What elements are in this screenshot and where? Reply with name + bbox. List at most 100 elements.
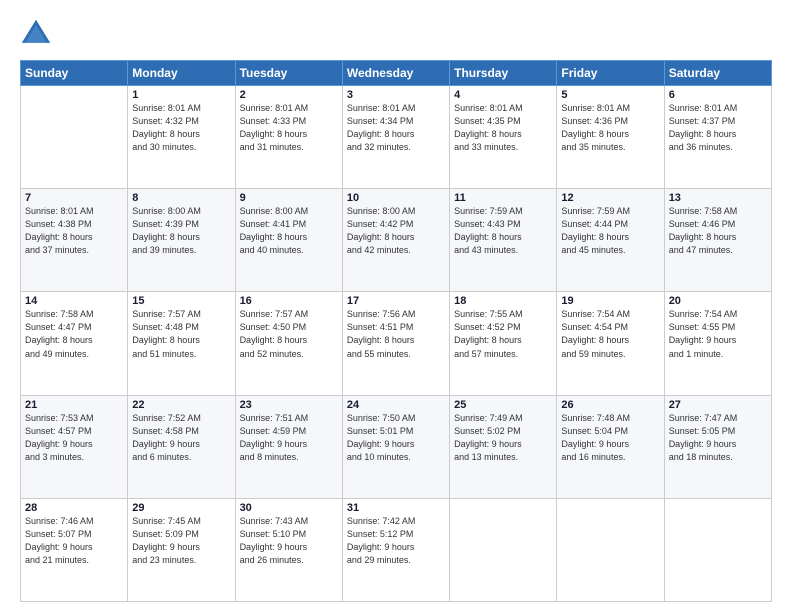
- day-number: 8: [132, 192, 230, 204]
- calendar-cell: 4Sunrise: 8:01 AMSunset: 4:35 PMDaylight…: [450, 86, 557, 189]
- calendar-cell: 22Sunrise: 7:52 AMSunset: 4:58 PMDayligh…: [128, 395, 235, 498]
- weekday-header-thursday: Thursday: [450, 61, 557, 86]
- calendar-cell: 21Sunrise: 7:53 AMSunset: 4:57 PMDayligh…: [21, 395, 128, 498]
- calendar-cell: 27Sunrise: 7:47 AMSunset: 5:05 PMDayligh…: [664, 395, 771, 498]
- calendar-cell: 25Sunrise: 7:49 AMSunset: 5:02 PMDayligh…: [450, 395, 557, 498]
- day-number: 10: [347, 192, 445, 204]
- weekday-header-saturday: Saturday: [664, 61, 771, 86]
- day-number: 16: [240, 295, 338, 307]
- day-info: Sunrise: 7:49 AMSunset: 5:02 PMDaylight:…: [454, 412, 552, 464]
- day-number: 14: [25, 295, 123, 307]
- day-info: Sunrise: 7:53 AMSunset: 4:57 PMDaylight:…: [25, 412, 123, 464]
- calendar-cell: 18Sunrise: 7:55 AMSunset: 4:52 PMDayligh…: [450, 292, 557, 395]
- day-info: Sunrise: 7:59 AMSunset: 4:43 PMDaylight:…: [454, 205, 552, 257]
- day-info: Sunrise: 7:45 AMSunset: 5:09 PMDaylight:…: [132, 515, 230, 567]
- day-number: 11: [454, 192, 552, 204]
- calendar-week-2: 7Sunrise: 8:01 AMSunset: 4:38 PMDaylight…: [21, 189, 772, 292]
- calendar-cell: 1Sunrise: 8:01 AMSunset: 4:32 PMDaylight…: [128, 86, 235, 189]
- day-info: Sunrise: 8:01 AMSunset: 4:35 PMDaylight:…: [454, 102, 552, 154]
- calendar-cell: 29Sunrise: 7:45 AMSunset: 5:09 PMDayligh…: [128, 498, 235, 601]
- weekday-header-monday: Monday: [128, 61, 235, 86]
- calendar-cell: 28Sunrise: 7:46 AMSunset: 5:07 PMDayligh…: [21, 498, 128, 601]
- calendar-week-5: 28Sunrise: 7:46 AMSunset: 5:07 PMDayligh…: [21, 498, 772, 601]
- day-info: Sunrise: 7:59 AMSunset: 4:44 PMDaylight:…: [561, 205, 659, 257]
- day-info: Sunrise: 7:54 AMSunset: 4:55 PMDaylight:…: [669, 308, 767, 360]
- weekday-header-tuesday: Tuesday: [235, 61, 342, 86]
- day-number: 12: [561, 192, 659, 204]
- day-number: 5: [561, 89, 659, 101]
- calendar-cell: 7Sunrise: 8:01 AMSunset: 4:38 PMDaylight…: [21, 189, 128, 292]
- day-number: 4: [454, 89, 552, 101]
- calendar-week-4: 21Sunrise: 7:53 AMSunset: 4:57 PMDayligh…: [21, 395, 772, 498]
- day-info: Sunrise: 7:51 AMSunset: 4:59 PMDaylight:…: [240, 412, 338, 464]
- day-info: Sunrise: 7:58 AMSunset: 4:47 PMDaylight:…: [25, 308, 123, 360]
- calendar-cell: 20Sunrise: 7:54 AMSunset: 4:55 PMDayligh…: [664, 292, 771, 395]
- day-number: 29: [132, 502, 230, 514]
- calendar-cell: 9Sunrise: 8:00 AMSunset: 4:41 PMDaylight…: [235, 189, 342, 292]
- weekday-header-sunday: Sunday: [21, 61, 128, 86]
- day-info: Sunrise: 8:01 AMSunset: 4:34 PMDaylight:…: [347, 102, 445, 154]
- calendar-cell: [664, 498, 771, 601]
- calendar-cell: 10Sunrise: 8:00 AMSunset: 4:42 PMDayligh…: [342, 189, 449, 292]
- day-info: Sunrise: 8:00 AMSunset: 4:41 PMDaylight:…: [240, 205, 338, 257]
- calendar-cell: 8Sunrise: 8:00 AMSunset: 4:39 PMDaylight…: [128, 189, 235, 292]
- day-number: 28: [25, 502, 123, 514]
- day-number: 18: [454, 295, 552, 307]
- day-number: 26: [561, 399, 659, 411]
- calendar-cell: 12Sunrise: 7:59 AMSunset: 4:44 PMDayligh…: [557, 189, 664, 292]
- day-number: 9: [240, 192, 338, 204]
- calendar-cell: 24Sunrise: 7:50 AMSunset: 5:01 PMDayligh…: [342, 395, 449, 498]
- day-info: Sunrise: 7:56 AMSunset: 4:51 PMDaylight:…: [347, 308, 445, 360]
- calendar-cell: [450, 498, 557, 601]
- day-info: Sunrise: 8:01 AMSunset: 4:33 PMDaylight:…: [240, 102, 338, 154]
- day-info: Sunrise: 7:55 AMSunset: 4:52 PMDaylight:…: [454, 308, 552, 360]
- day-info: Sunrise: 8:01 AMSunset: 4:37 PMDaylight:…: [669, 102, 767, 154]
- day-info: Sunrise: 7:52 AMSunset: 4:58 PMDaylight:…: [132, 412, 230, 464]
- calendar-cell: 23Sunrise: 7:51 AMSunset: 4:59 PMDayligh…: [235, 395, 342, 498]
- day-number: 17: [347, 295, 445, 307]
- day-number: 30: [240, 502, 338, 514]
- logo-icon: [20, 18, 52, 50]
- calendar-cell: 3Sunrise: 8:01 AMSunset: 4:34 PMDaylight…: [342, 86, 449, 189]
- day-number: 6: [669, 89, 767, 101]
- day-number: 24: [347, 399, 445, 411]
- calendar-cell: 19Sunrise: 7:54 AMSunset: 4:54 PMDayligh…: [557, 292, 664, 395]
- calendar-body: 1Sunrise: 8:01 AMSunset: 4:32 PMDaylight…: [21, 86, 772, 602]
- day-info: Sunrise: 7:50 AMSunset: 5:01 PMDaylight:…: [347, 412, 445, 464]
- day-number: 31: [347, 502, 445, 514]
- calendar-week-3: 14Sunrise: 7:58 AMSunset: 4:47 PMDayligh…: [21, 292, 772, 395]
- calendar-cell: 2Sunrise: 8:01 AMSunset: 4:33 PMDaylight…: [235, 86, 342, 189]
- calendar-table: SundayMondayTuesdayWednesdayThursdayFrid…: [20, 60, 772, 602]
- header: [20, 18, 772, 50]
- day-info: Sunrise: 8:00 AMSunset: 4:39 PMDaylight:…: [132, 205, 230, 257]
- day-info: Sunrise: 8:01 AMSunset: 4:38 PMDaylight:…: [25, 205, 123, 257]
- calendar-cell: 14Sunrise: 7:58 AMSunset: 4:47 PMDayligh…: [21, 292, 128, 395]
- calendar-cell: 16Sunrise: 7:57 AMSunset: 4:50 PMDayligh…: [235, 292, 342, 395]
- calendar-cell: 26Sunrise: 7:48 AMSunset: 5:04 PMDayligh…: [557, 395, 664, 498]
- day-number: 21: [25, 399, 123, 411]
- calendar-cell: 15Sunrise: 7:57 AMSunset: 4:48 PMDayligh…: [128, 292, 235, 395]
- calendar-cell: 17Sunrise: 7:56 AMSunset: 4:51 PMDayligh…: [342, 292, 449, 395]
- calendar-cell: [21, 86, 128, 189]
- day-number: 3: [347, 89, 445, 101]
- day-number: 27: [669, 399, 767, 411]
- calendar-week-1: 1Sunrise: 8:01 AMSunset: 4:32 PMDaylight…: [21, 86, 772, 189]
- weekday-header-friday: Friday: [557, 61, 664, 86]
- day-info: Sunrise: 7:54 AMSunset: 4:54 PMDaylight:…: [561, 308, 659, 360]
- calendar-cell: 30Sunrise: 7:43 AMSunset: 5:10 PMDayligh…: [235, 498, 342, 601]
- day-info: Sunrise: 7:47 AMSunset: 5:05 PMDaylight:…: [669, 412, 767, 464]
- day-number: 20: [669, 295, 767, 307]
- day-number: 22: [132, 399, 230, 411]
- day-number: 1: [132, 89, 230, 101]
- calendar-header: SundayMondayTuesdayWednesdayThursdayFrid…: [21, 61, 772, 86]
- day-info: Sunrise: 8:01 AMSunset: 4:32 PMDaylight:…: [132, 102, 230, 154]
- day-number: 15: [132, 295, 230, 307]
- day-number: 19: [561, 295, 659, 307]
- page: SundayMondayTuesdayWednesdayThursdayFrid…: [0, 0, 792, 612]
- logo: [20, 18, 56, 50]
- day-info: Sunrise: 7:57 AMSunset: 4:48 PMDaylight:…: [132, 308, 230, 360]
- day-number: 23: [240, 399, 338, 411]
- day-info: Sunrise: 7:42 AMSunset: 5:12 PMDaylight:…: [347, 515, 445, 567]
- weekday-header-wednesday: Wednesday: [342, 61, 449, 86]
- calendar-cell: 13Sunrise: 7:58 AMSunset: 4:46 PMDayligh…: [664, 189, 771, 292]
